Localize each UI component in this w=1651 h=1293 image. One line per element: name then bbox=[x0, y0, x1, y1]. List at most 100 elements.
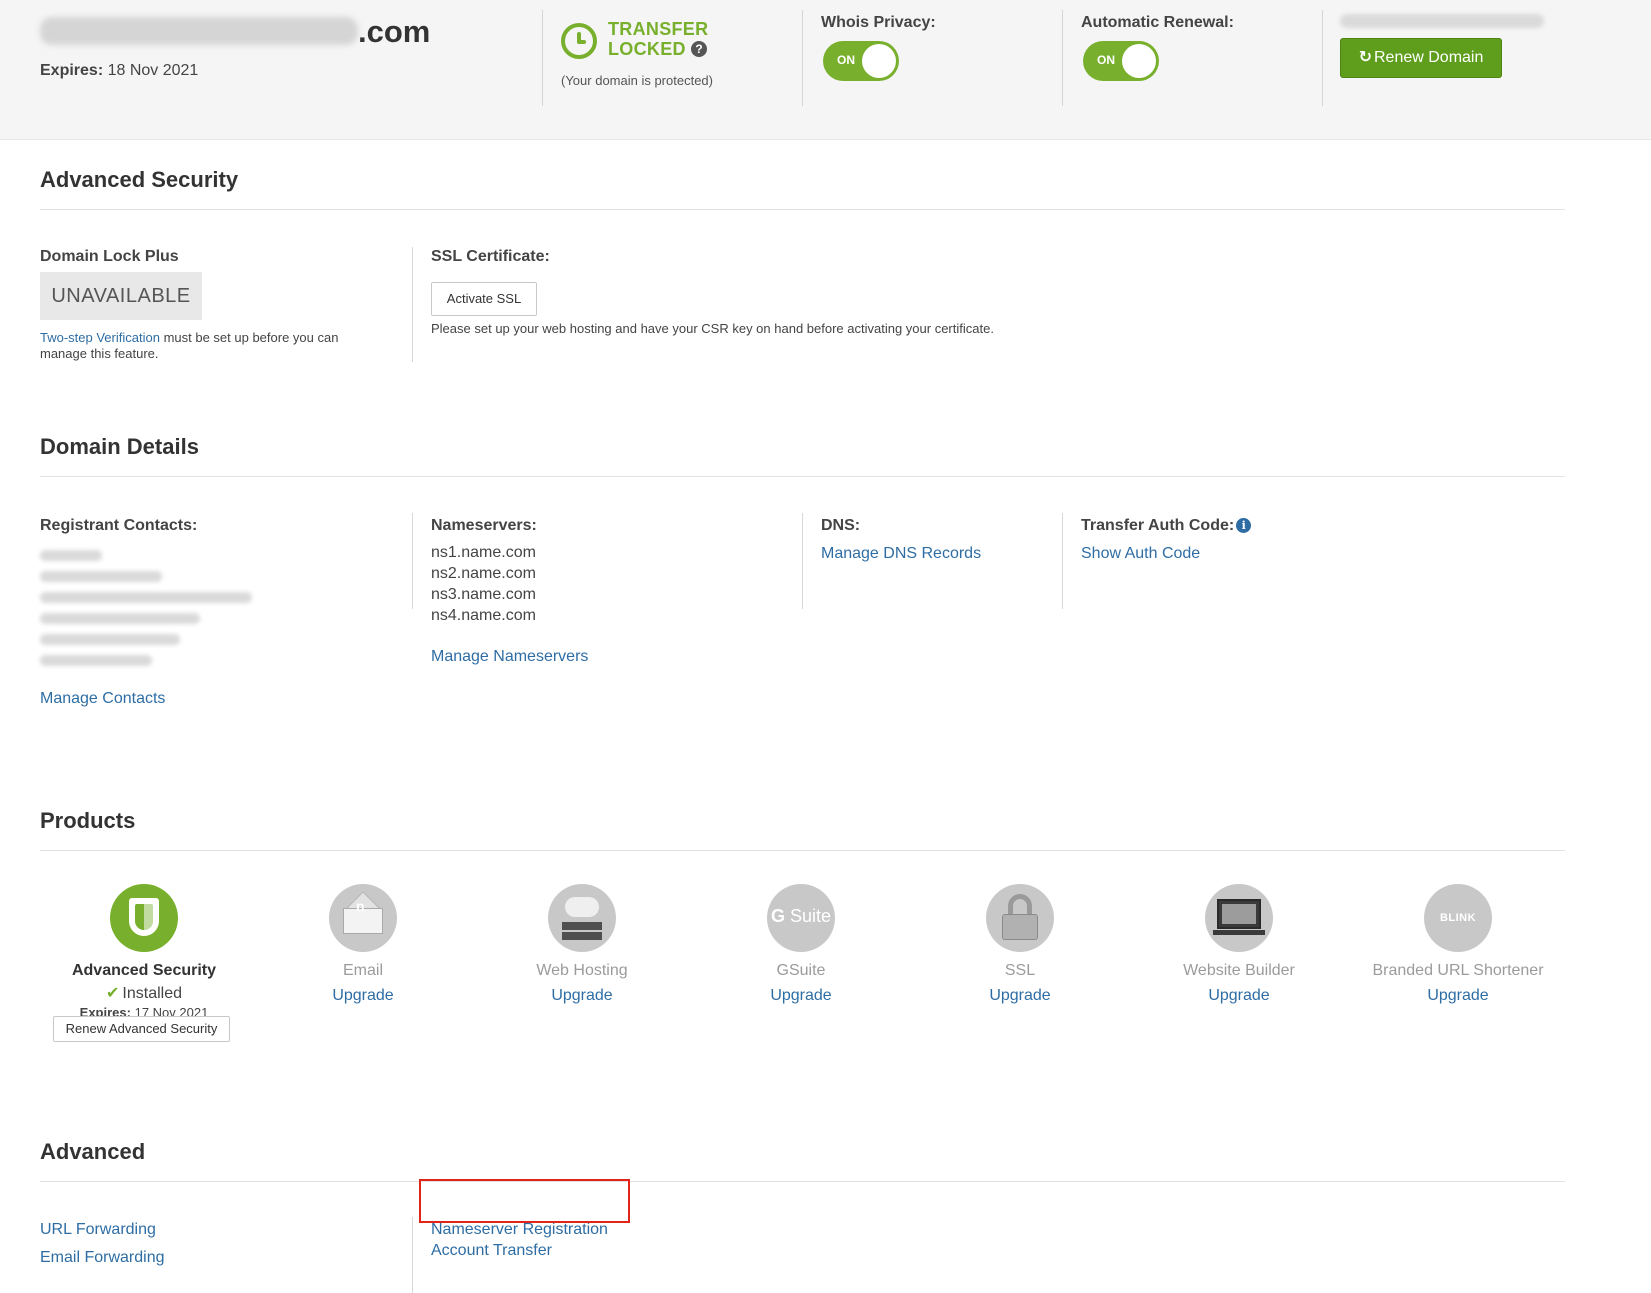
product-name: GSuite bbox=[776, 962, 826, 979]
domain-expiry: Expires: 18 Nov 2021 bbox=[40, 62, 198, 80]
toggle-knob bbox=[1122, 44, 1156, 78]
nameserver-entry: ns2.name.com bbox=[431, 565, 536, 582]
section-title-domain-details: Domain Details bbox=[40, 434, 199, 459]
nameserver-entry: ns3.name.com bbox=[431, 586, 536, 603]
header-divider bbox=[542, 10, 543, 106]
email-icon: n bbox=[329, 884, 397, 952]
product-website-builder: Website Builder Upgrade bbox=[1129, 884, 1349, 1005]
domain-lock-status: UNAVAILABLE bbox=[40, 272, 202, 320]
section-divider bbox=[40, 1181, 1565, 1182]
renew-advanced-security-button[interactable]: Renew Advanced Security bbox=[53, 1016, 230, 1042]
section-divider bbox=[40, 850, 1565, 851]
product-branded-url-shortener: BLINK Branded URL Shortener Upgrade bbox=[1348, 884, 1568, 1005]
two-step-note-text-2: manage this feature. bbox=[40, 346, 159, 361]
expires-label: Expires: bbox=[40, 62, 104, 79]
info-icon[interactable]: i bbox=[1236, 518, 1252, 533]
shield-icon bbox=[110, 884, 178, 952]
show-auth-code-link[interactable]: Show Auth Code bbox=[1081, 545, 1200, 563]
product-gsuite: G Suite GSuite Upgrade bbox=[691, 884, 911, 1005]
column-divider bbox=[412, 247, 413, 362]
two-step-note: Two-step Verification must be set up bef… bbox=[40, 330, 390, 362]
header-divider bbox=[802, 10, 803, 106]
column-divider bbox=[1062, 513, 1063, 609]
nameserver-registration-link[interactable]: Nameserver Registration bbox=[431, 1221, 608, 1239]
website-builder-icon bbox=[1205, 884, 1273, 952]
header-divider bbox=[1062, 10, 1063, 106]
activate-ssl-button[interactable]: Activate SSL bbox=[431, 282, 537, 316]
two-step-note-text: must be set up before you can bbox=[159, 330, 339, 345]
transfer-status-line2: LOCKED bbox=[608, 39, 686, 59]
manage-nameservers-link[interactable]: Manage Nameservers bbox=[431, 648, 588, 666]
url-forwarding-link[interactable]: URL Forwarding bbox=[40, 1221, 156, 1239]
domain-header: .com Expires: 18 Nov 2021 TRANSFER LOCKE… bbox=[0, 0, 1651, 140]
highlight-box bbox=[419, 1179, 630, 1223]
product-name: Web Hosting bbox=[536, 962, 628, 979]
column-divider bbox=[412, 513, 413, 609]
product-web-hosting: Web Hosting Upgrade bbox=[472, 884, 692, 1005]
two-step-verification-link[interactable]: Two-step Verification bbox=[40, 330, 160, 345]
redacted-renewal-info bbox=[1340, 14, 1544, 28]
redacted-contact-line bbox=[40, 592, 252, 603]
product-name: Branded URL Shortener bbox=[1372, 962, 1544, 979]
column-divider bbox=[412, 1217, 413, 1293]
ssl-padlock-icon bbox=[986, 884, 1054, 952]
help-icon[interactable]: ? bbox=[691, 41, 707, 57]
header-divider bbox=[1322, 10, 1323, 106]
section-title-products: Products bbox=[40, 808, 136, 833]
manage-dns-records-link[interactable]: Manage DNS Records bbox=[821, 545, 981, 563]
domain-lock-plus-label: Domain Lock Plus bbox=[40, 248, 179, 265]
email-forwarding-link[interactable]: Email Forwarding bbox=[40, 1249, 164, 1267]
toggle-state: ON bbox=[1097, 53, 1115, 67]
product-name: Website Builder bbox=[1183, 962, 1295, 979]
product-email: n Email Upgrade bbox=[253, 884, 473, 1005]
product-status-text: Installed bbox=[122, 985, 182, 1002]
ssl-upgrade-link[interactable]: Upgrade bbox=[989, 987, 1050, 1004]
renew-domain-button[interactable]: ↻ Renew Domain bbox=[1340, 38, 1502, 78]
redacted-contact-line bbox=[40, 550, 102, 561]
toggle-knob bbox=[862, 44, 896, 78]
nameserver-entry: ns4.name.com bbox=[431, 607, 536, 624]
gsuite-upgrade-link[interactable]: Upgrade bbox=[770, 987, 831, 1004]
branded-url-shortener-upgrade-link[interactable]: Upgrade bbox=[1427, 987, 1488, 1004]
website-builder-upgrade-link[interactable]: Upgrade bbox=[1208, 987, 1269, 1004]
domain-name-redacted bbox=[40, 17, 358, 45]
section-title-advanced: Advanced bbox=[40, 1139, 146, 1164]
checkmark-icon: ✔ bbox=[106, 985, 120, 1002]
ssl-certificate-label: SSL Certificate: bbox=[431, 248, 550, 265]
account-transfer-link[interactable]: Account Transfer bbox=[431, 1242, 552, 1260]
web-hosting-upgrade-link[interactable]: Upgrade bbox=[551, 987, 612, 1004]
nameservers-label: Nameservers: bbox=[431, 517, 537, 534]
email-upgrade-link[interactable]: Upgrade bbox=[332, 987, 393, 1004]
product-status: ✔ Installed bbox=[34, 983, 254, 1003]
product-advanced-security: Advanced Security ✔ Installed Expires: 17… bbox=[34, 884, 254, 1020]
product-name: Advanced Security bbox=[71, 962, 217, 979]
transfer-note: (Your domain is protected) bbox=[561, 73, 713, 88]
gsuite-icon: G Suite bbox=[767, 884, 835, 952]
web-hosting-icon bbox=[548, 884, 616, 952]
column-divider bbox=[802, 513, 803, 609]
toggle-state: ON bbox=[837, 53, 855, 67]
renew-domain-label: Renew Domain bbox=[1374, 49, 1484, 66]
automatic-renewal-toggle[interactable]: ON bbox=[1083, 41, 1159, 81]
domain-suffix: .com bbox=[358, 14, 431, 49]
section-divider bbox=[40, 476, 1565, 477]
section-divider bbox=[40, 209, 1565, 210]
manage-contacts-link[interactable]: Manage Contacts bbox=[40, 690, 165, 708]
dns-label: DNS: bbox=[821, 517, 861, 534]
redacted-contact-line bbox=[40, 613, 200, 624]
blink-icon: BLINK bbox=[1424, 884, 1492, 952]
domain-name: .com bbox=[40, 14, 430, 50]
whois-privacy-label: Whois Privacy: bbox=[821, 14, 936, 31]
redacted-contact-line bbox=[40, 634, 180, 645]
ssl-note: Please set up your web hosting and have … bbox=[431, 321, 994, 336]
expires-value: 18 Nov 2021 bbox=[107, 62, 199, 79]
transfer-status-line1: TRANSFER bbox=[608, 19, 709, 39]
refresh-icon: ↻ bbox=[1358, 49, 1372, 66]
whois-privacy-toggle[interactable]: ON bbox=[823, 41, 899, 81]
clock-lock-icon bbox=[561, 23, 597, 59]
redacted-contact-line bbox=[40, 655, 152, 666]
registrant-contacts-label: Registrant Contacts: bbox=[40, 517, 198, 534]
redacted-contact-line bbox=[40, 571, 162, 582]
product-name: SSL bbox=[1004, 962, 1036, 979]
nameserver-entry: ns1.name.com bbox=[431, 544, 536, 561]
